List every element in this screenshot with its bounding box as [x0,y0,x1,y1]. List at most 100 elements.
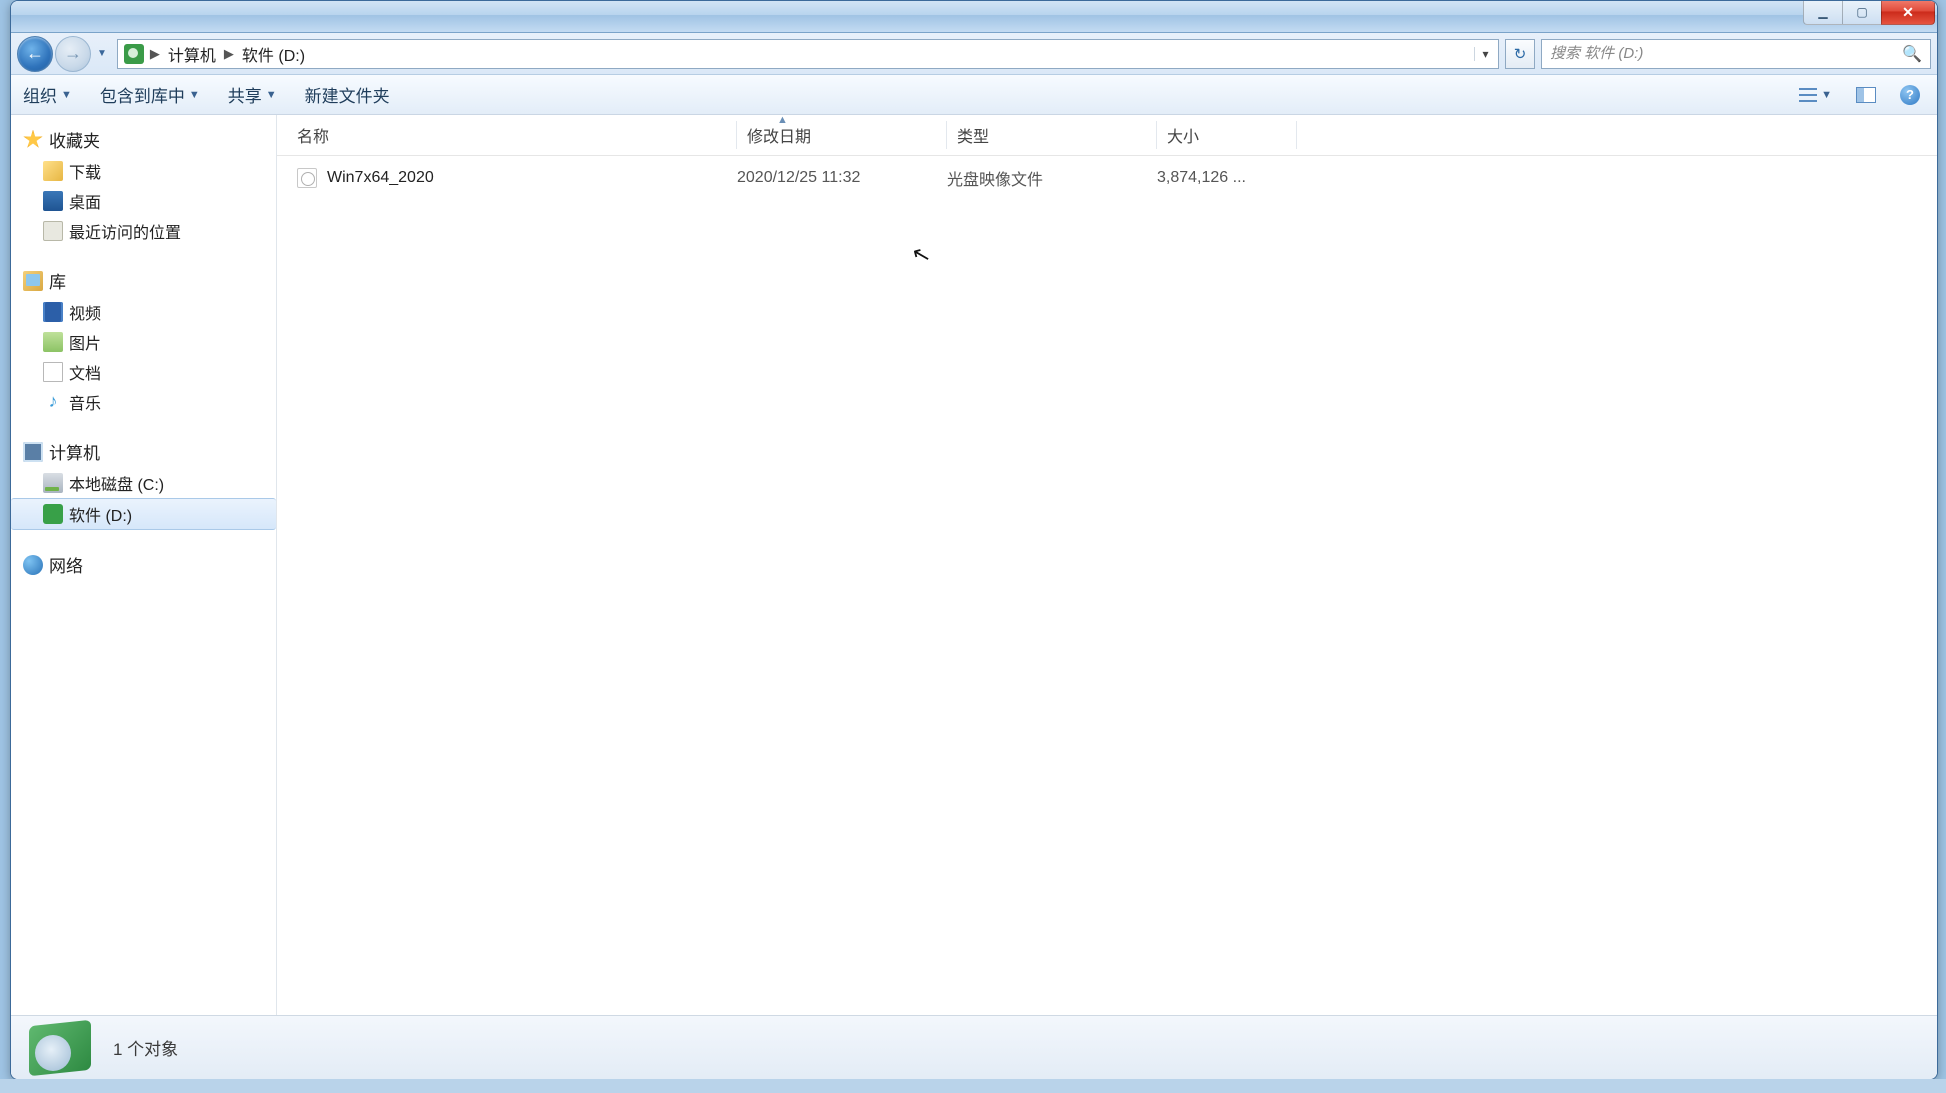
column-headers: ▲ 名称 修改日期 类型 大小 [277,115,1937,156]
toolbar-left: 组织▼ 包含到库中▼ 共享▼ 新建文件夹 [23,82,390,107]
column-header-date[interactable]: 修改日期 [737,121,947,149]
library-icon [23,271,43,291]
desktop-background [0,1079,1946,1093]
column-header-size[interactable]: 大小 [1157,121,1297,149]
toolbar-right: ▼ ? [1794,82,1925,108]
file-row[interactable]: Win7x64_2020 2020/12/25 11:32 光盘映像文件 3,8… [277,162,1937,194]
computer-label: 计算机 [49,439,100,464]
disk-icon [43,504,63,524]
organize-menu[interactable]: 组织▼ [23,82,72,107]
back-button[interactable]: ← [17,36,53,72]
include-library-menu[interactable]: 包含到库中▼ [100,82,200,107]
breadcrumb-computer[interactable]: 计算机 [162,42,222,66]
sidebar-item-label: 图片 [69,330,101,354]
explorer-window: ▁ ▢ ✕ ← → ▼ ▶ 计算机 ▶ 软件 (D:) ▾ ↻ 🔍 组织▼ [10,0,1938,1080]
forward-button[interactable]: → [55,36,91,72]
computer-header[interactable]: 计算机 [11,435,276,468]
address-dropdown[interactable]: ▾ [1474,47,1496,61]
address-bar[interactable]: ▶ 计算机 ▶ 软件 (D:) ▾ [117,39,1499,69]
breadcrumb-drive[interactable]: 软件 (D:) [236,42,311,66]
libraries-group: 库 视频 图片 文档 ♪ 音乐 [11,264,276,417]
disk-icon [43,473,63,493]
sidebar-item-label: 软件 (D:) [69,502,132,526]
arrow-right-icon: → [64,43,82,64]
folder-icon [43,161,63,181]
star-icon [23,130,43,150]
status-bar: 1 个对象 [11,1015,1937,1079]
sidebar-item-recent[interactable]: 最近访问的位置 [11,216,276,246]
sidebar-item-documents[interactable]: 文档 [11,357,276,387]
share-label: 共享 [228,82,262,107]
sidebar-item-label: 音乐 [69,390,101,414]
newfolder-label: 新建文件夹 [305,82,390,107]
chevron-down-icon: ▼ [1821,89,1832,101]
recent-icon [43,221,63,241]
file-type-cell: 光盘映像文件 [947,166,1157,190]
maximize-button[interactable]: ▢ [1842,1,1882,25]
file-area[interactable]: Win7x64_2020 2020/12/25 11:32 光盘映像文件 3,8… [277,156,1937,1015]
new-folder-button[interactable]: 新建文件夹 [305,82,390,107]
cursor-icon: ↖ [909,240,934,270]
iso-file-icon [297,168,317,188]
view-mode-button[interactable]: ▼ [1794,85,1837,105]
file-list-pane: ▲ 名称 修改日期 类型 大小 Win7x64_2020 2020/12/25 … [277,115,1937,1015]
favorites-label: 收藏夹 [49,127,100,152]
sidebar-item-downloads[interactable]: 下载 [11,156,276,186]
sidebar-item-label: 文档 [69,360,101,384]
preview-pane-icon [1856,87,1876,103]
favorites-header[interactable]: 收藏夹 [11,123,276,156]
column-header-type[interactable]: 类型 [947,121,1157,149]
sort-indicator-icon: ▲ [777,115,788,126]
sidebar-item-videos[interactable]: 视频 [11,297,276,327]
navigation-pane: 收藏夹 下载 桌面 最近访问的位置 库 视频 图片 文档 ♪ 音乐 计算机 本地磁… [11,115,277,1015]
titlebar: ▁ ▢ ✕ [11,1,1937,33]
file-size-cell: 3,874,126 ... [1157,169,1297,187]
column-header-name[interactable]: 名称 [277,121,737,149]
help-button[interactable]: ? [1895,82,1925,108]
favorites-group: 收藏夹 下载 桌面 最近访问的位置 [11,123,276,246]
network-group: 网络 [11,548,276,581]
drive-status-icon [29,1023,91,1073]
address-row: ← → ▼ ▶ 计算机 ▶ 软件 (D:) ▾ ↻ 🔍 [11,33,1937,75]
document-icon [43,362,63,382]
sidebar-item-disk-c[interactable]: 本地磁盘 (C:) [11,468,276,498]
breadcrumb-sep-icon: ▶ [222,46,236,62]
close-button[interactable]: ✕ [1881,1,1935,25]
list-view-icon [1799,88,1817,102]
libraries-header[interactable]: 库 [11,264,276,297]
network-header[interactable]: 网络 [11,548,276,581]
sidebar-item-label: 最近访问的位置 [69,219,181,243]
network-label: 网络 [49,552,83,577]
maximize-icon: ▢ [1856,5,1867,19]
computer-group: 计算机 本地磁盘 (C:) 软件 (D:) [11,435,276,530]
libraries-label: 库 [49,268,66,293]
picture-icon [43,332,63,352]
video-icon [43,302,63,322]
sidebar-item-pictures[interactable]: 图片 [11,327,276,357]
music-icon: ♪ [43,392,63,412]
close-icon: ✕ [1902,4,1914,21]
sidebar-item-desktop[interactable]: 桌面 [11,186,276,216]
minimize-button[interactable]: ▁ [1803,1,1843,25]
search-icon: 🔍 [1902,44,1922,64]
chevron-down-icon: ▼ [189,89,200,101]
nav-history-dropdown[interactable]: ▼ [93,48,111,59]
breadcrumb-sep-icon: ▶ [148,46,162,62]
arrow-left-icon: ← [26,43,44,64]
minimize-icon: ▁ [1818,5,1827,19]
help-icon: ? [1900,85,1920,105]
sidebar-item-music[interactable]: ♪ 音乐 [11,387,276,417]
sidebar-item-label: 本地磁盘 (C:) [69,471,164,495]
status-text: 1 个对象 [113,1035,178,1060]
chevron-down-icon: ▼ [61,89,72,101]
share-menu[interactable]: 共享▼ [228,82,277,107]
sidebar-item-label: 视频 [69,300,101,324]
preview-pane-button[interactable] [1851,84,1881,106]
sidebar-item-disk-d[interactable]: 软件 (D:) [11,498,276,530]
file-date-cell: 2020/12/25 11:32 [737,169,947,187]
file-name-cell: Win7x64_2020 [277,168,737,188]
search-input[interactable] [1550,45,1902,62]
refresh-button[interactable]: ↻ [1505,39,1535,69]
search-bar[interactable]: 🔍 [1541,39,1931,69]
computer-icon [23,442,43,462]
